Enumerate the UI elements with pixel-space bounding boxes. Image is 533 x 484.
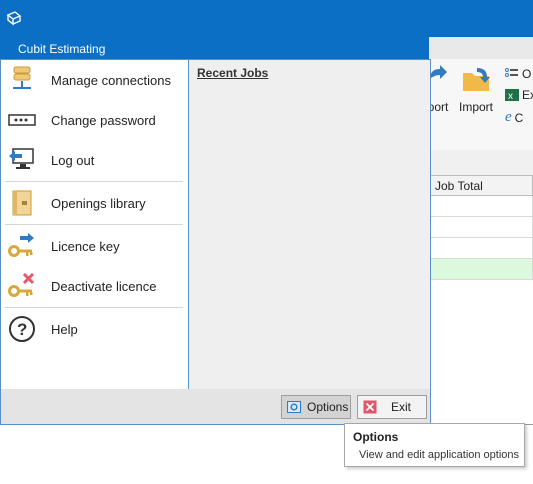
title-bar [0, 0, 533, 37]
menu-item-manage-connections[interactable]: Manage connections [1, 61, 188, 99]
ribbon-small-button-2[interactable]: x Ex [505, 88, 533, 102]
password-field-icon [8, 106, 36, 134]
menu-item-label: Openings library [51, 195, 146, 211]
menu-item-openings-library[interactable]: Openings library [1, 184, 188, 222]
ribbon-tab-bar-right [429, 37, 533, 59]
options-list-icon [505, 68, 518, 77]
tooltip-title: Options [353, 430, 399, 444]
menu-footer: Options Exit [1, 389, 430, 424]
menu-item-label: Change password [51, 112, 156, 128]
menu-item-label: Licence key [51, 238, 120, 254]
recent-jobs-panel: Recent Jobs [190, 60, 430, 389]
ribbon-small-label-1: O [522, 67, 532, 81]
deactivate-key-icon [8, 272, 36, 300]
options-tooltip: Options View and edit application option… [344, 423, 525, 467]
menu-divider [5, 181, 183, 182]
ribbon-tab-bar: Cubit Estimating [0, 37, 533, 59]
app-logo-icon[interactable] [6, 10, 22, 26]
exit-close-icon [363, 400, 377, 414]
ribbon-small-button-3[interactable]: e C [505, 109, 523, 126]
menu-item-label: Manage connections [51, 72, 171, 88]
ribbon-small-label-2: Ex [522, 88, 533, 102]
menu-item-change-password[interactable]: Change password [1, 101, 188, 139]
database-connection-icon [8, 66, 36, 94]
ribbon-small-label-3: C [514, 110, 524, 125]
grid-toolbar-area [430, 150, 533, 175]
recent-jobs-title: Recent Jobs [197, 66, 269, 80]
import-button[interactable]: Import [458, 65, 494, 114]
svg-text:?: ? [17, 320, 27, 339]
import-folder-icon [463, 68, 490, 91]
options-button[interactable]: Options [281, 395, 351, 419]
table-row[interactable] [430, 196, 533, 217]
menu-divider [5, 307, 183, 308]
table-row[interactable] [430, 238, 533, 259]
import-label: Import [458, 100, 493, 114]
menu-item-label: Log out [51, 152, 95, 168]
log-out-icon [8, 146, 36, 174]
menu-divider [5, 224, 183, 225]
browser-icon: e [505, 109, 512, 125]
menu-item-help[interactable]: ? Help [1, 310, 188, 348]
ribbon-panel: port Import O x Ex e C [428, 59, 533, 151]
application-menu: Manage connections Change password Log o… [0, 59, 431, 425]
options-button-label: Options [307, 400, 349, 414]
menu-items-panel: Manage connections Change password Log o… [1, 60, 189, 389]
help-question-icon: ? [8, 315, 36, 343]
table-row[interactable] [430, 217, 533, 238]
menu-item-log-out[interactable]: Log out [1, 141, 188, 179]
menu-item-label: Deactivate licence [51, 278, 157, 294]
menu-item-deactivate-licence[interactable]: Deactivate licence [1, 267, 188, 305]
menu-item-label: Help [51, 321, 78, 337]
exit-button-label: Exit [391, 400, 412, 414]
tooltip-description: View and edit application options [359, 449, 520, 461]
table-row[interactable] [430, 259, 533, 280]
options-icon [287, 401, 301, 413]
exit-button[interactable]: Exit [357, 395, 427, 419]
export-icon [430, 65, 447, 79]
menu-item-licence-key[interactable]: Licence key [1, 227, 188, 265]
excel-icon: x [505, 89, 519, 102]
app-menu-tab[interactable]: Cubit Estimating [8, 40, 115, 58]
licence-key-icon [8, 232, 36, 260]
jobs-grid: Job Total [430, 175, 533, 280]
ribbon-small-button-1[interactable]: O [505, 67, 531, 81]
svg-text:x: x [508, 91, 513, 102]
library-book-icon [8, 189, 36, 217]
grid-column-header[interactable]: Job Total [430, 175, 533, 196]
